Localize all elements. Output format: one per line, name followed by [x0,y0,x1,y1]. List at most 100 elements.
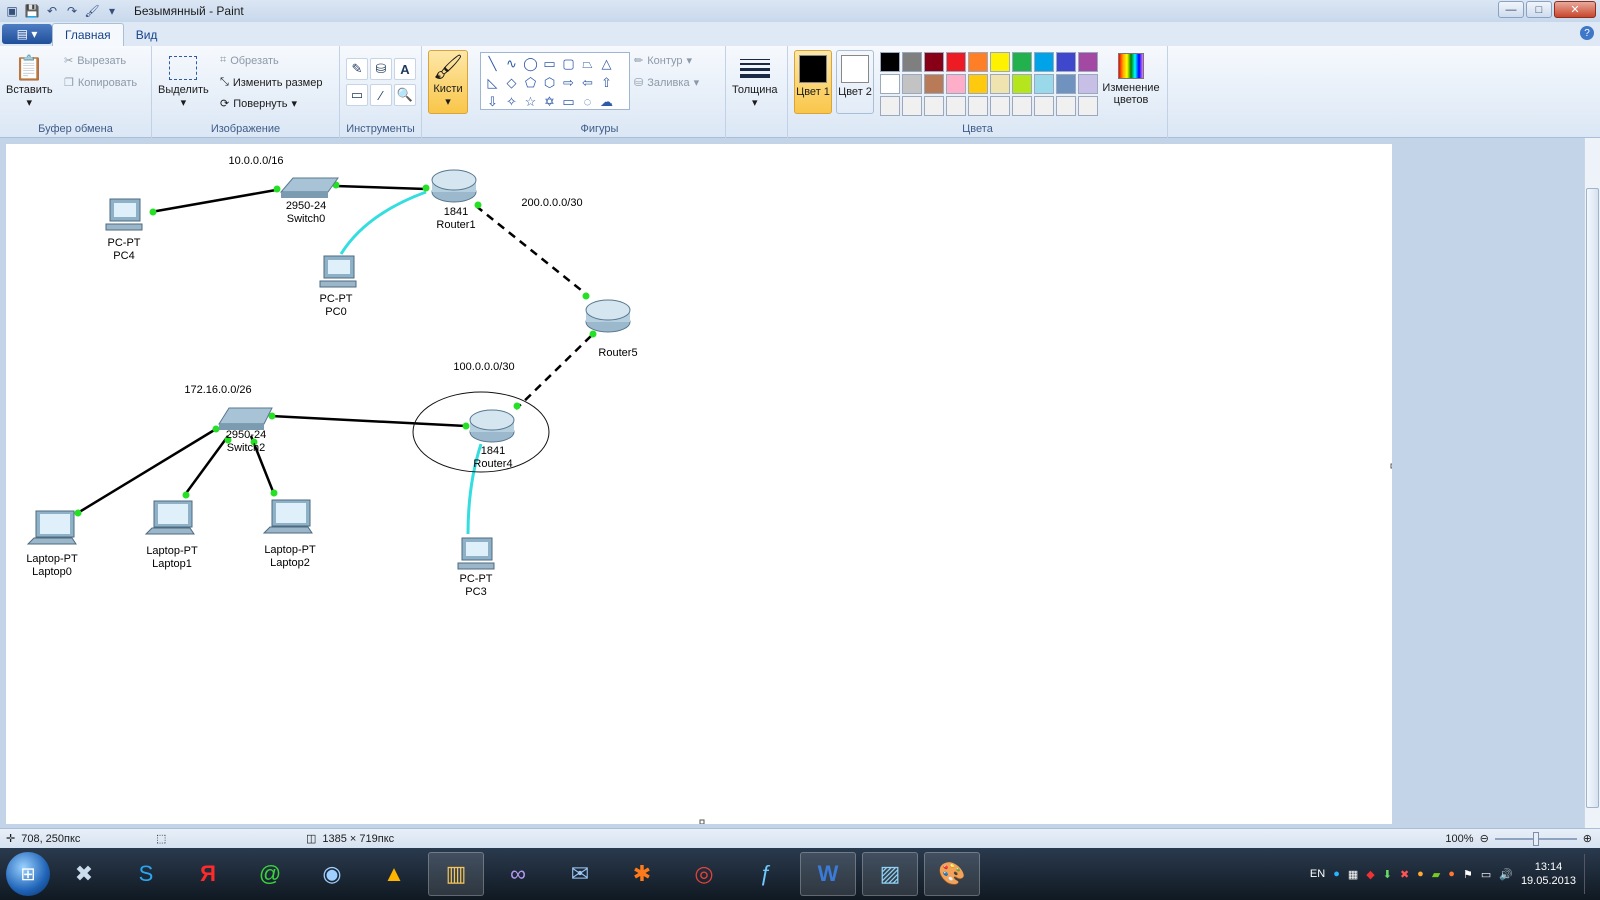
palette-swatch[interactable] [880,74,900,94]
shapes-gallery[interactable]: ╲ ∿ ◯ ▭ ▢ ⏢ △ ◺ ◇ ⬠ ⬡ ⇨ ⇦ ⇧ ⇩ ✧ ☆ ✡ ▭ ◌ [480,52,630,110]
tray-app-icon[interactable]: ● [1333,868,1340,880]
palette-swatch[interactable] [990,52,1010,72]
palette-swatch[interactable] [946,96,966,116]
tray-nvidia-icon[interactable]: ▰ [1432,868,1440,881]
scrollbar-thumb[interactable] [1586,188,1599,808]
arrow-down-shape-icon[interactable]: ⇩ [483,92,502,111]
paint-menu-button[interactable]: ▤ ▾ [2,24,52,44]
copy-button[interactable]: ❐ Копировать [64,76,137,90]
explorer-icon[interactable]: ▥ [428,852,484,896]
star4-shape-icon[interactable]: ✧ [502,92,521,111]
eraser-icon[interactable]: ▭ [346,84,368,106]
rotate-button[interactable]: ⟳ Повернуть ▾ [220,97,297,111]
fill-button[interactable]: ⛁ Заливка ▾ [634,76,699,90]
polygon-shape-icon[interactable]: ⏢ [578,54,597,73]
palette-swatch[interactable] [946,74,966,94]
palette-swatch[interactable] [1056,74,1076,94]
dropdown-icon[interactable]: ▾ [104,3,120,19]
star5-shape-icon[interactable]: ☆ [521,92,540,111]
resize-handle-right[interactable] [1390,463,1392,469]
help-icon[interactable]: ? [1580,26,1594,40]
brushes-button[interactable]: 🖌 Кисти ▾ [428,50,468,114]
palette-swatch[interactable] [1034,96,1054,116]
color2-button[interactable]: Цвет 2 [836,50,874,114]
zoom-slider-thumb[interactable] [1532,831,1539,846]
paste-button[interactable]: 📋 Вставить ▾ [6,52,53,110]
pencil-icon[interactable]: ✎ [346,58,368,80]
palette-swatch[interactable] [990,74,1010,94]
tray-volume-icon[interactable]: 🔊 [1499,868,1513,881]
word-icon[interactable]: W [800,852,856,896]
palette-swatch[interactable] [1012,52,1032,72]
redo-icon[interactable]: ↷ [64,3,80,19]
tab-view[interactable]: Вид [124,24,170,46]
line-shape-icon[interactable]: ╲ [483,54,502,73]
palette-swatch[interactable] [880,96,900,116]
close-button[interactable]: ✕ [1554,1,1596,18]
zoom-out-icon[interactable]: ⊖ [1480,832,1489,845]
palette-swatch[interactable] [902,52,922,72]
palette-swatch[interactable] [968,52,988,72]
palette-swatch[interactable] [1078,74,1098,94]
paint-icon[interactable]: 🎨 [924,852,980,896]
palette-swatch[interactable] [902,74,922,94]
tray-browser-icon[interactable]: ● [1448,868,1455,880]
palette-swatch[interactable] [1012,96,1032,116]
tray-display-icon[interactable]: ▭ [1481,868,1491,881]
maximize-button[interactable]: □ [1526,1,1552,18]
paint-icon[interactable]: 🖌 [84,3,100,19]
color-picker-icon[interactable]: ⁄ [370,84,392,106]
aimp-icon[interactable]: ▲ [366,852,422,896]
flash-icon[interactable]: ƒ [738,852,794,896]
outline-button[interactable]: ✏ Контур ▾ [634,54,692,68]
triangle-shape-icon[interactable]: △ [597,54,616,73]
arrow-up-shape-icon[interactable]: ⇧ [597,73,616,92]
star6-shape-icon[interactable]: ✡ [540,92,559,111]
zoom-slider[interactable] [1494,831,1577,846]
yandex-icon[interactable]: Я [180,852,236,896]
palette-swatch[interactable] [902,96,922,116]
tray-pdf-icon[interactable]: ◆ [1366,868,1374,881]
callout-rect-shape-icon[interactable]: ▭ [559,92,578,111]
language-indicator[interactable]: EN [1310,868,1325,880]
diamond-shape-icon[interactable]: ◇ [502,73,521,92]
right-triangle-shape-icon[interactable]: ◺ [483,73,502,92]
rectangle-shape-icon[interactable]: ▭ [540,54,559,73]
curve-shape-icon[interactable]: ∿ [502,54,521,73]
rounded-rect-shape-icon[interactable]: ▢ [559,54,578,73]
callout-cloud-shape-icon[interactable]: ☁ [597,92,616,111]
undo-icon[interactable]: ↶ [44,3,60,19]
palette-swatch[interactable] [946,52,966,72]
edit-colors-button[interactable]: Изменение цветов [1100,50,1162,106]
text-tool-icon[interactable]: A [394,58,416,80]
avast-icon[interactable]: ✱ [614,852,670,896]
webcam-icon[interactable]: ◉ [304,852,360,896]
zoom-in-icon[interactable]: ⊕ [1583,832,1592,845]
resize-handle-bottom[interactable] [699,819,705,824]
palette-swatch[interactable] [924,74,944,94]
fill-bucket-icon[interactable]: ⛁ [370,58,392,80]
oval-shape-icon[interactable]: ◯ [521,54,540,73]
tray-warning-icon[interactable]: ✖ [1400,868,1409,881]
arrow-right-shape-icon[interactable]: ⇨ [559,73,578,92]
cut-button[interactable]: ✂ Вырезать [64,54,126,68]
tray-notification-icon[interactable]: ⚑ [1463,868,1473,881]
magnifier-icon[interactable]: 🔍 [394,84,416,106]
vertical-scrollbar[interactable] [1584,138,1600,828]
palette-swatch[interactable] [968,96,988,116]
resize-button[interactable]: ⤡ Изменить размер [220,76,322,89]
tray-avast-icon[interactable]: ● [1417,868,1424,880]
tray-network-icon[interactable]: ▦ [1348,868,1358,881]
tray-download-icon[interactable]: ⬇ [1383,868,1392,881]
callout-oval-shape-icon[interactable]: ◌ [578,92,597,111]
hexagon-shape-icon[interactable]: ⬡ [540,73,559,92]
visual-studio-icon[interactable]: ∞ [490,852,546,896]
palette-swatch[interactable] [1034,52,1054,72]
select-button[interactable]: Выделить ▾ [158,52,209,109]
palette-swatch[interactable] [968,74,988,94]
arrow-left-shape-icon[interactable]: ⇦ [578,73,597,92]
palette-swatch[interactable] [990,96,1010,116]
color1-button[interactable]: Цвет 1 [794,50,832,114]
chrome-icon[interactable]: ◎ [676,852,732,896]
save-icon[interactable]: 💾 [24,3,40,19]
